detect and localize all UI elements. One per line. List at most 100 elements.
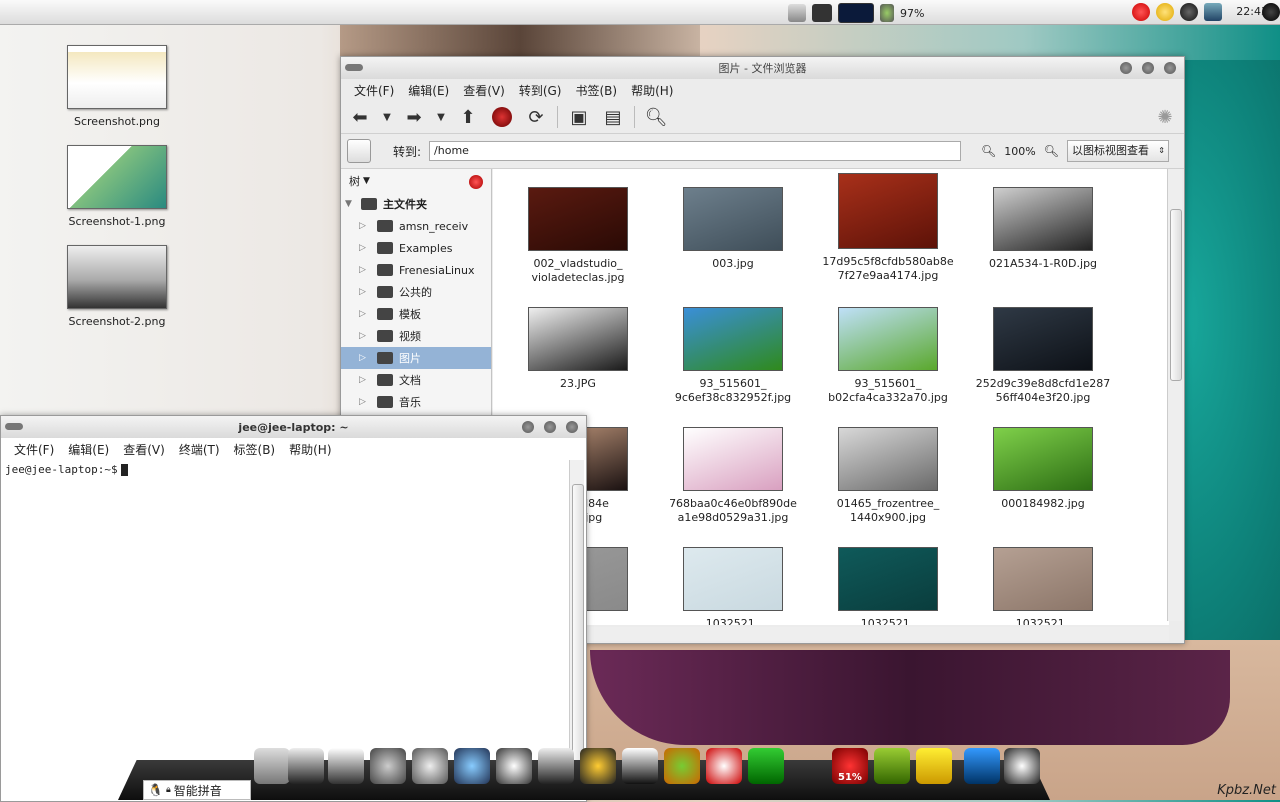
back-history-dropdown-icon[interactable]: ▼ [381,105,393,129]
expander-open-icon[interactable]: ▼ [345,199,352,209]
music-launcher-icon[interactable] [580,748,616,784]
file-icon-item[interactable]: 000184982.jpg [968,413,1118,511]
search-icon[interactable]: 🔍︎ [643,105,669,129]
monitor-icon[interactable] [812,4,832,22]
file-icon-item[interactable]: 002_vladstudio_ violadeteclas.jpg [503,173,653,285]
reload-icon[interactable]: ⟳ [523,105,549,129]
expander-icon[interactable]: ▷ [359,221,366,231]
file-icon-item[interactable]: 93_515601_ 9c6ef38c832952f.jpg [658,293,808,405]
menu-help[interactable]: 帮助(H) [624,82,680,99]
scrollbar-thumb[interactable] [572,484,584,776]
tree-item-amsn[interactable]: ▷ amsn_receiv [341,215,491,237]
file-icon-item[interactable]: 252d9c39e8d8cfd1e287 56ff404e3f20.jpg [968,293,1118,405]
desktop-file-screenshot-2[interactable]: Screenshot-2.png [62,245,172,328]
ball-launcher-icon[interactable] [664,748,700,784]
network-icon[interactable] [1204,3,1222,21]
video-launcher-icon[interactable] [538,748,574,784]
cpu-graph-icon[interactable] [838,3,874,23]
tree-item-frenesialinux[interactable]: ▷ FrenesiaLinux [341,259,491,281]
zoom-out-icon[interactable]: 🔍︎ [981,144,996,158]
expander-icon[interactable]: ▷ [359,243,366,253]
menu-edit[interactable]: 编辑(E) [401,82,456,99]
home-drive-icon[interactable]: ▣ [566,105,592,129]
file-icon-item[interactable]: 021A534-1-R0D.jpg [968,173,1118,271]
tree-item-videos[interactable]: ▷ 视频 [341,325,491,347]
tux3-launcher-icon[interactable] [1004,748,1040,784]
menu-tabs[interactable]: 标签(B) [227,441,283,458]
tux2-launcher-icon[interactable] [622,748,658,784]
clock-launcher-icon[interactable] [412,748,448,784]
input-method-indicator[interactable]: 🐧 🔒︎ 智能拼音 [143,780,251,800]
browser-launcher-icon[interactable] [454,748,490,784]
expander-icon[interactable]: ▷ [359,265,366,275]
chart-launcher-icon[interactable] [874,748,910,784]
trash-icon[interactable] [788,4,806,22]
expander-icon[interactable]: ▷ [359,353,366,363]
file-icon-item[interactable]: 17d95c5f8cfdb580ab8e 7f27e9aa4174.jpg [813,173,963,283]
shield-icon[interactable] [1180,3,1198,21]
expander-icon[interactable]: ▷ [359,331,366,341]
tree-item-public[interactable]: ▷ 公共的 [341,281,491,303]
desktop-file-screenshot[interactable]: Screenshot.png [62,45,172,128]
tree-item-examples[interactable]: ▷ Examples [341,237,491,259]
scrollbar-thumb[interactable] [1170,209,1182,381]
tux-launcher-icon[interactable] [288,748,324,784]
desktop-file-screenshot-1[interactable]: Screenshot-1.png [62,145,172,228]
forward-arrow-icon[interactable]: ➡ [401,105,427,129]
terminal-scrollbar[interactable] [569,460,584,795]
tree-item-music[interactable]: ▷ 音乐 [341,391,491,413]
qq-icon[interactable] [1132,3,1150,21]
expander-icon[interactable]: ▷ [359,287,366,297]
file-icon-item[interactable]: 93_515601_ b02cfa4ca332a70.jpg [813,293,963,405]
zoom-in-icon[interactable]: 🔍︎ [1044,144,1059,158]
runner-launcher-icon[interactable] [496,748,532,784]
menu-view[interactable]: 查看(V) [116,441,172,458]
plug-icon[interactable] [880,4,894,22]
tree-item-documents[interactable]: ▷ 文档 [341,369,491,391]
view-mode-select[interactable]: 以图标视图查看 ⇕ [1066,140,1169,162]
menu-edit[interactable]: 编辑(E) [61,441,116,458]
close-button[interactable] [1164,62,1176,74]
zoom-level[interactable]: 100% [1004,145,1035,158]
weather-icon[interactable] [1156,3,1174,21]
file-icon-item[interactable]: 23.JPG [503,293,653,391]
expander-icon[interactable]: ▷ [359,397,366,407]
expander-icon[interactable]: ▷ [359,309,366,319]
media-launcher-icon[interactable] [328,748,364,784]
file-icon-item[interactable]: 003.jpg [658,173,808,271]
stop-icon[interactable] [489,105,515,129]
files-launcher-icon[interactable] [254,748,290,784]
tree-item-pictures[interactable]: ▷ 图片 [341,347,491,369]
maximize-button[interactable] [1142,62,1154,74]
forward-history-dropdown-icon[interactable]: ▼ [435,105,447,129]
power-icon[interactable] [1262,3,1280,21]
window-menu-button[interactable] [345,64,363,71]
computer-icon[interactable]: ▤ [600,105,626,129]
monitor-launcher-icon[interactable] [748,748,784,784]
tree-item-templates[interactable]: ▷ 模板 [341,303,491,325]
maximize-button[interactable] [544,421,556,433]
menu-help[interactable]: 帮助(H) [282,441,338,458]
toggle-location-button[interactable] [347,139,371,163]
location-input[interactable]: /home [429,141,962,161]
terminal-titlebar[interactable]: jee@jee-laptop: ~ [1,416,586,438]
window-menu-button[interactable] [5,423,23,430]
file-icon-item[interactable]: 1032521_ [813,533,963,625]
up-arrow-icon[interactable]: ⬆ [455,105,481,129]
menu-go[interactable]: 转到(G) [512,82,569,99]
minimize-button[interactable] [522,421,534,433]
notes-launcher-icon[interactable] [916,748,952,784]
close-button[interactable] [566,421,578,433]
sidebar-header[interactable]: 树 ▼ [341,169,491,193]
sound-launcher-icon[interactable] [370,748,406,784]
menu-view[interactable]: 查看(V) [456,82,512,99]
bottle-launcher-icon[interactable] [964,748,1000,784]
menu-file[interactable]: 文件(F) [347,82,401,99]
file-icon-item[interactable]: 01465_frozentree_ 1440x900.jpg [813,413,963,525]
menu-file[interactable]: 文件(F) [7,441,61,458]
minimize-button[interactable] [1120,62,1132,74]
file-icon-item[interactable]: 768baa0c46e0bf890de a1e98d0529a31.jpg [658,413,808,525]
close-sidebar-icon[interactable] [469,175,483,189]
file-icon-item[interactable]: 1032521_ [658,533,808,625]
file-icon-item[interactable]: 1032521_ [968,533,1118,625]
